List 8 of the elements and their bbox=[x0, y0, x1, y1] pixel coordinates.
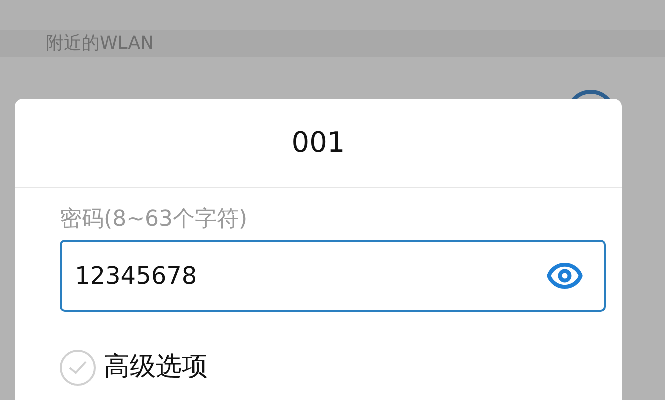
password-label: 密码(8~63个字符) bbox=[60, 206, 249, 234]
dialog-title: 001 bbox=[292, 125, 346, 161]
check-icon bbox=[68, 360, 88, 376]
password-input[interactable]: 12345678 bbox=[75, 258, 546, 294]
section-header-text: 附近的WLAN bbox=[46, 32, 154, 56]
advanced-options-label[interactable]: 高级选项 bbox=[104, 348, 208, 387]
password-field[interactable]: 12345678 bbox=[60, 240, 606, 312]
advanced-checkbox[interactable] bbox=[60, 350, 96, 386]
